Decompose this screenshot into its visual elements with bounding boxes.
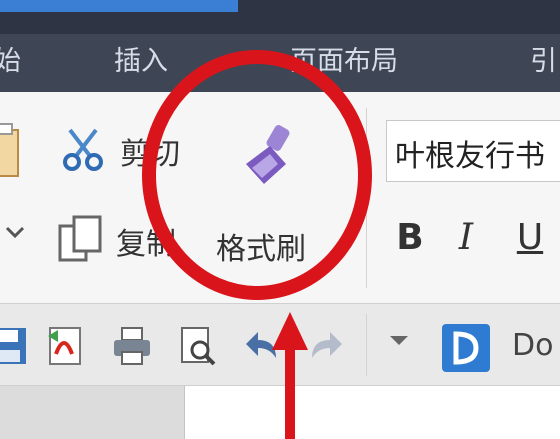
bold-button[interactable]: B (388, 214, 432, 262)
ribbon-tab-bar: 始 插入 页面布局 引 (0, 34, 560, 92)
tab-page-layout[interactable]: 页面布局 (290, 41, 398, 83)
print-preview-icon[interactable] (176, 324, 220, 368)
font-family-value: 叶根友行书 (395, 139, 545, 174)
redo-icon[interactable] (304, 324, 348, 368)
dropdown-icon[interactable] (384, 330, 428, 374)
document-area (0, 386, 560, 439)
chevron-down-icon (4, 224, 26, 243)
document-page[interactable] (184, 386, 560, 439)
format-painter-button[interactable] (236, 124, 298, 194)
format-painter-icon (236, 124, 298, 194)
paste-icon (0, 120, 22, 184)
title-accent (0, 0, 238, 12)
font-family-select[interactable]: 叶根友行书 (386, 120, 560, 182)
format-painter-label: 格式刷 (216, 232, 306, 267)
document-tab[interactable]: Do (436, 320, 560, 376)
document-tab-label: Do (512, 328, 554, 363)
scissors-icon (60, 126, 106, 176)
tab-references[interactable]: 引 (530, 41, 557, 83)
italic-button[interactable]: I (444, 214, 488, 262)
copy-button[interactable]: 复制 (56, 214, 176, 268)
print-icon[interactable] (110, 324, 154, 368)
title-bar (0, 0, 560, 34)
paste-button[interactable] (0, 120, 22, 184)
cut-button[interactable]: 剪切 (60, 126, 180, 176)
copy-label: 复制 (116, 227, 176, 262)
group-divider (366, 108, 367, 288)
save-icon[interactable] (0, 324, 32, 368)
quick-access-toolbar: Do (0, 304, 560, 386)
tab-home[interactable]: 始 (0, 41, 21, 83)
underline-button[interactable]: U (508, 214, 552, 262)
copy-icon (56, 214, 104, 268)
docer-icon (440, 322, 492, 378)
undo-icon[interactable] (240, 324, 284, 368)
export-pdf-icon[interactable] (44, 324, 88, 368)
toolbar-divider (366, 314, 367, 376)
tab-insert[interactable]: 插入 (114, 41, 168, 83)
cut-label: 剪切 (120, 137, 180, 172)
paste-dropdown[interactable] (4, 224, 26, 243)
